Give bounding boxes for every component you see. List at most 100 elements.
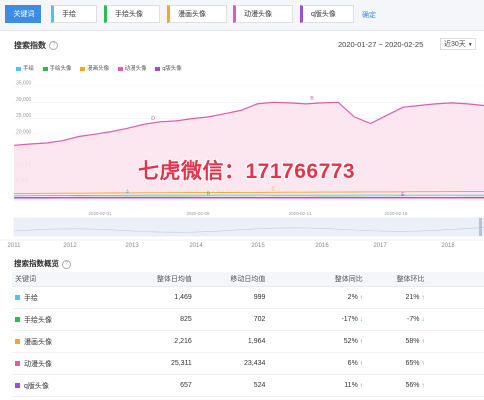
- header-keyword: 关键词: [12, 272, 127, 287]
- x-tick-label: 2020-02-01: [88, 211, 112, 216]
- header-mom: 整体环比: [362, 272, 425, 287]
- cell-mom: -7% ↓: [362, 308, 425, 331]
- series-area: [14, 102, 484, 200]
- row-mobile: 702: [253, 316, 266, 323]
- row-keyword: 漫画头像: [24, 338, 52, 346]
- row-overall: 2,216: [174, 338, 192, 345]
- cell-overall: 25,311: [126, 352, 192, 375]
- cell-keyword: 手绘头像: [12, 308, 127, 331]
- table-row: 漫画头像 2,216 1,964 52% ↑ 58% ↑: [12, 330, 484, 353]
- arrow-up-icon: ↑: [359, 361, 363, 367]
- overview-year-label: 2015: [251, 243, 265, 249]
- row-keyword: 手绘: [24, 294, 38, 302]
- cell-keyword: 漫画头像: [12, 330, 127, 353]
- table-row: q版头像 657 524 11% ↑ 56% ↑: [12, 374, 484, 397]
- table-row: 手绘头像 825 702 -17% ↓ -7% ↓: [12, 308, 484, 331]
- x-tick-label: 2020-02-16: [384, 211, 408, 216]
- row-yoy: 52%: [343, 338, 358, 345]
- row-yoy: 2%: [347, 294, 358, 301]
- row-keyword: 动漫头像: [24, 360, 52, 368]
- watermark-text: 七虎微信：171766773: [138, 160, 356, 183]
- table-row: 动漫头像 25,311 23,434 6% ↑ 65% ↑: [12, 352, 484, 375]
- arrow-up-icon: ↑: [359, 295, 363, 301]
- cell-keyword: 手绘: [12, 286, 127, 309]
- row-mom: 65%: [405, 360, 420, 367]
- cell-overall: 2,216: [126, 330, 192, 353]
- overview-year-label: 2016: [315, 243, 329, 249]
- cell-spacer: [424, 286, 484, 309]
- row-overall: 1,469: [174, 294, 192, 301]
- cell-mom: 56% ↑: [362, 374, 425, 397]
- cell-yoy: 11% ↑: [265, 374, 363, 397]
- y-tick-label: 30,000: [16, 97, 32, 103]
- cell-mom: 21% ↑: [362, 286, 425, 309]
- row-mom: 56%: [405, 382, 420, 389]
- cell-keyword: 动漫头像: [12, 352, 127, 375]
- cell-yoy: -17% ↓: [265, 308, 363, 331]
- row-mom: 58%: [405, 338, 420, 345]
- x-tick-label: 2020-02-06: [186, 211, 210, 216]
- overview-year-label: 2017: [373, 243, 387, 249]
- cell-yoy: 6% ↑: [265, 352, 363, 375]
- row-mom: 21%: [405, 294, 420, 301]
- cell-mobile: 702: [191, 308, 266, 331]
- cell-keyword: q版头像: [12, 374, 127, 397]
- cell-mobile: 999: [191, 286, 266, 309]
- row-mobile: 23,434: [243, 360, 266, 367]
- cell-mobile: 1,964: [191, 330, 266, 353]
- overview-selection: [14, 218, 484, 236]
- y-tick-label: 20,000: [16, 129, 32, 135]
- cell-mobile: 23,434: [191, 352, 266, 375]
- row-overall: 657: [180, 382, 192, 389]
- cell-yoy: 2% ↑: [265, 286, 363, 309]
- arrow-down-icon: ↓: [359, 317, 363, 323]
- arrow-up-icon: ↑: [421, 295, 425, 301]
- table-title: 搜索指数概览?: [14, 258, 71, 269]
- table-title-text: 搜索指数概览: [14, 259, 59, 268]
- y-tick-label: 25,000: [16, 113, 32, 119]
- arrow-up-icon: ↑: [359, 339, 363, 345]
- row-yoy: 11%: [344, 382, 358, 389]
- overview-year-label: 2014: [189, 243, 203, 249]
- row-color-swatch: [15, 361, 20, 367]
- row-mobile: 999: [253, 294, 266, 301]
- cell-overall: 825: [126, 308, 192, 331]
- table-header-row: 关键词 整体日均值 移动日均值 整体同比 整体环比: [12, 272, 484, 287]
- series-marker-label: C: [271, 186, 275, 192]
- row-keyword: q版头像: [24, 382, 49, 390]
- x-tick-label: 2020-02-11: [289, 211, 312, 216]
- row-keyword: 手绘头像: [24, 316, 52, 324]
- y-tick-label: 35,000: [16, 81, 32, 87]
- cell-spacer: [424, 374, 484, 397]
- arrow-down-icon: ↓: [421, 317, 425, 323]
- row-mom: -7%: [407, 316, 420, 323]
- overview-year-label: 2011: [8, 243, 22, 249]
- series-marker-label: D: [151, 116, 155, 122]
- arrow-up-icon: ↑: [421, 339, 425, 345]
- row-color-swatch: [15, 317, 20, 323]
- header-mobile: 移动日均值: [191, 272, 266, 287]
- overview-handle: [479, 218, 482, 236]
- row-mobile: 524: [253, 382, 266, 389]
- help-icon[interactable]: ?: [62, 259, 71, 269]
- arrow-up-icon: ↑: [421, 383, 425, 389]
- cell-spacer: [424, 330, 484, 353]
- row-color-swatch: [15, 295, 20, 301]
- header-overall: 整体日均值: [126, 272, 192, 287]
- overview-year-label: 2012: [63, 243, 77, 249]
- table-row: 手绘 1,469 999 2% ↑ 21% ↑: [12, 286, 484, 309]
- header-spacer: [424, 272, 484, 287]
- trend-chart: 35,00030,00025,00020,00015,00010,0005,00…: [0, 81, 484, 249]
- header-yoy: 整体同比: [265, 272, 363, 287]
- cell-overall: 1,469: [126, 286, 192, 309]
- cell-mom: 65% ↑: [362, 352, 425, 375]
- cell-mom: 58% ↑: [362, 330, 425, 353]
- row-mobile: 1,964: [247, 338, 266, 345]
- overview-year-label: 2013: [125, 243, 139, 249]
- row-color-swatch: [15, 383, 20, 389]
- arrow-up-icon: ↑: [359, 383, 363, 389]
- overview-table: 关键词 整体日均值 移动日均值 整体同比 整体环比 手绘 1,469 999 2% ↑ 2…: [12, 272, 484, 397]
- cell-yoy: 52% ↑: [265, 330, 363, 353]
- row-yoy: -17%: [341, 316, 358, 323]
- row-overall: 25,311: [170, 360, 192, 367]
